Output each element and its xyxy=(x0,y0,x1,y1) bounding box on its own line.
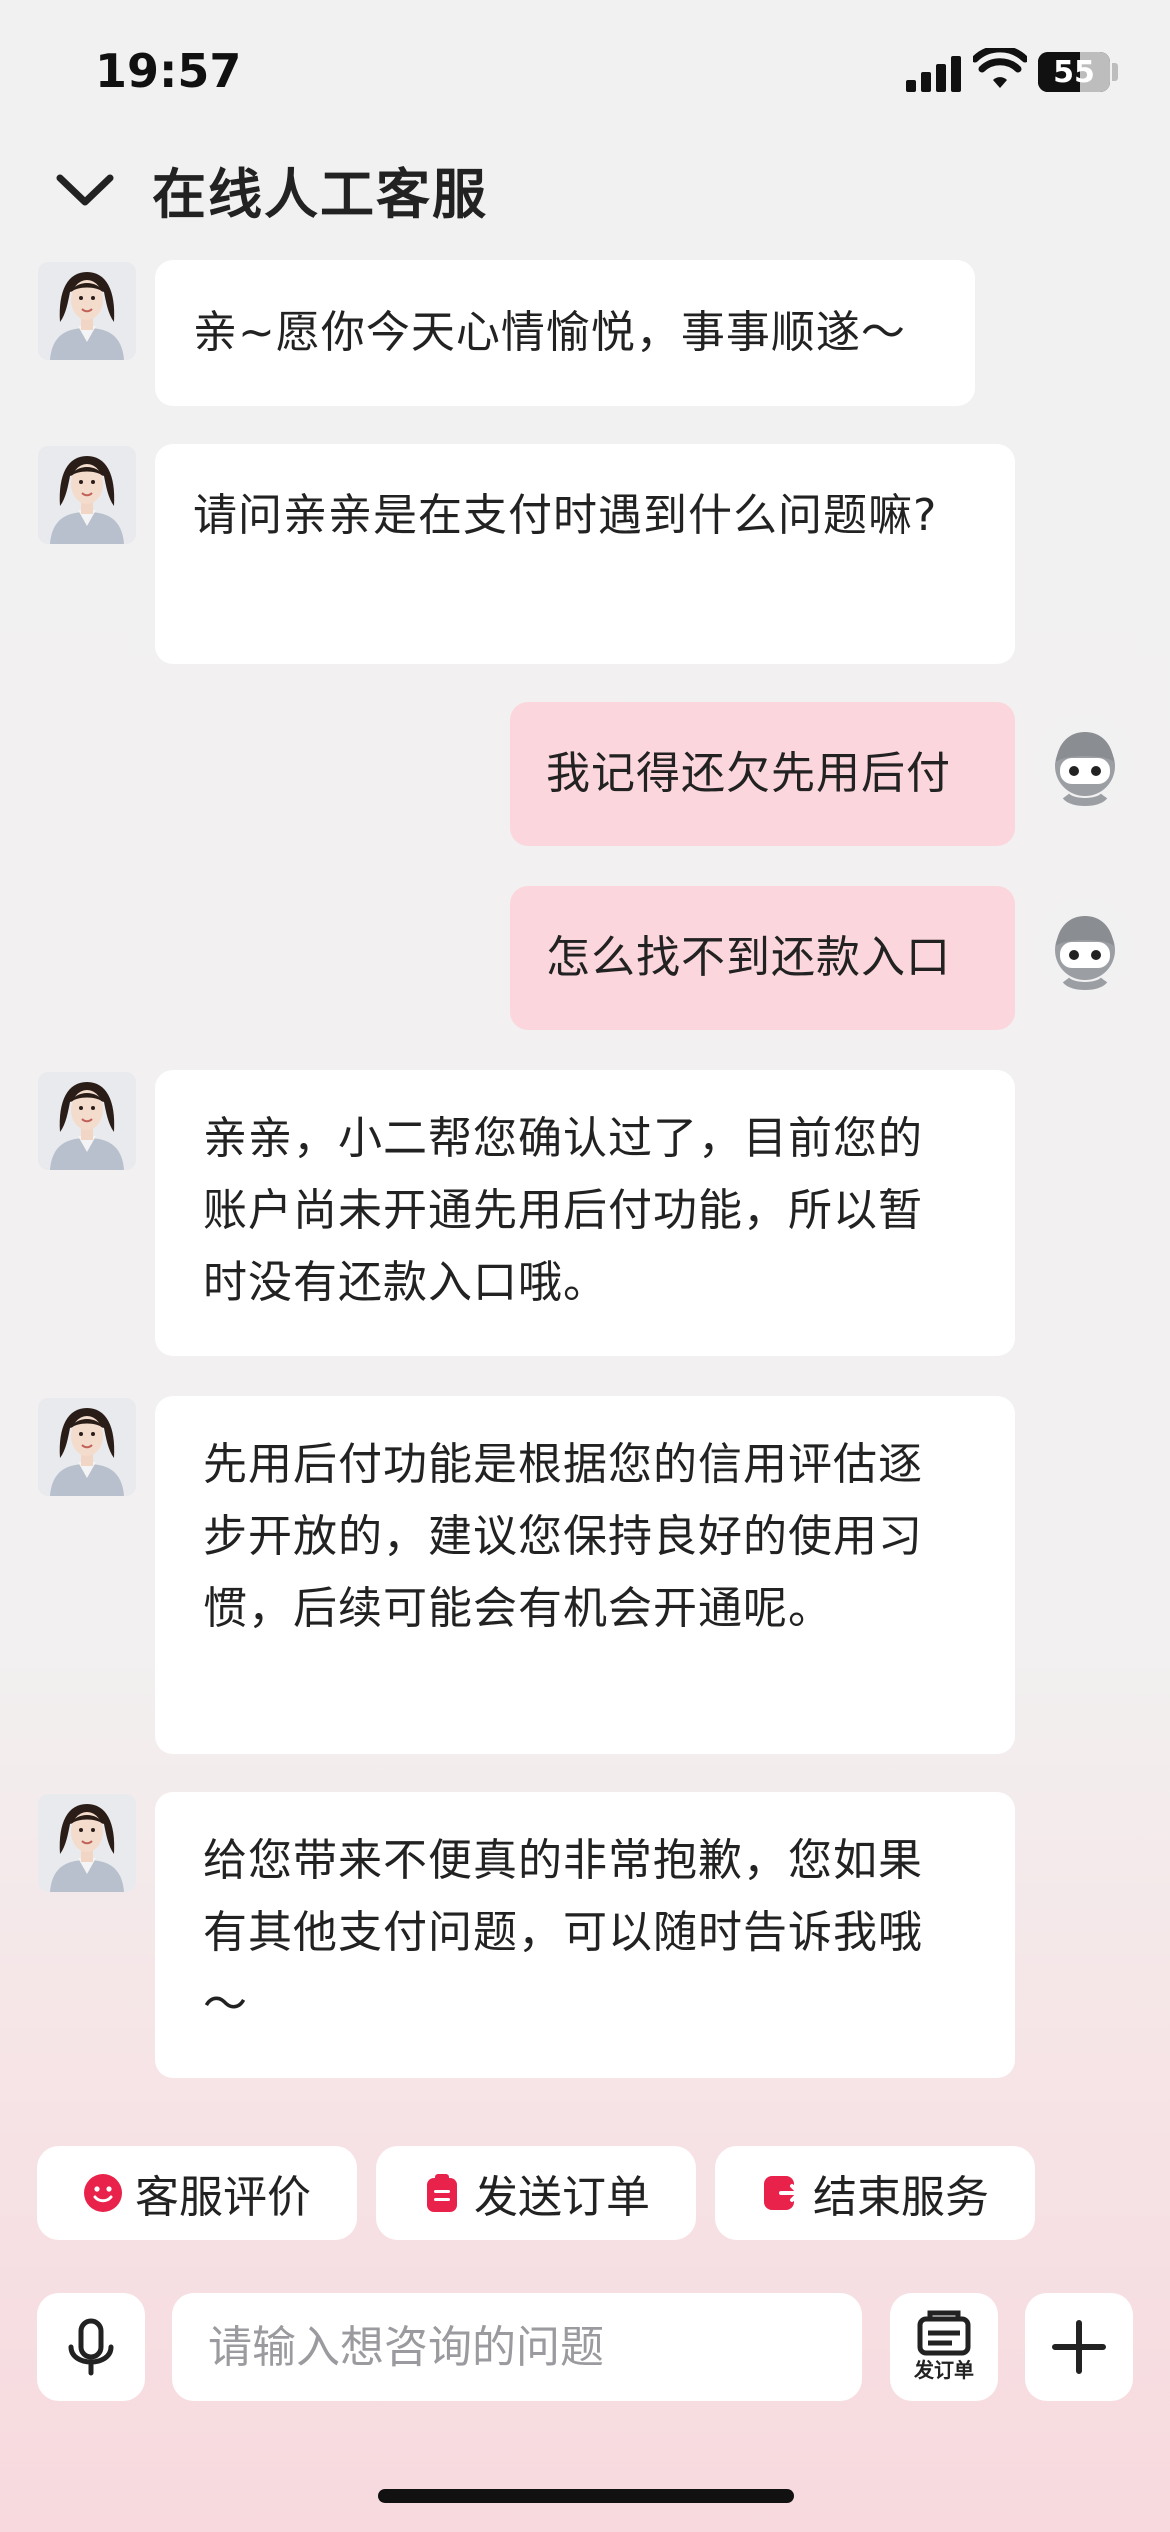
message-text: 亲亲，小二帮您确认过了，目前您的账户尚未开通先用后付功能，所以暂时没有还款入口哦… xyxy=(203,1113,923,1308)
agent-avatar[interactable] xyxy=(38,1072,136,1170)
agent-message: 给您带来不便真的非常抱歉，您如果有其他支付问题，可以随时告诉我哦～ xyxy=(155,1792,1015,2078)
quick-action-label: 发送订单 xyxy=(474,2172,650,2223)
agent-message: 请问亲亲是在支付时遇到什么问题嘛? xyxy=(155,444,1015,664)
message-text: 给您带来不便真的非常抱歉，您如果有其他支付问题，可以随时告诉我哦～ xyxy=(203,1835,923,2030)
message-input[interactable] xyxy=(172,2293,862,2401)
smile-face-icon xyxy=(84,2174,122,2212)
user-avatar[interactable] xyxy=(1036,898,1134,996)
agent-message: 先用后付功能是根据您的信用评估逐步开放的，建议您保持良好的使用习惯，后续可能会有… xyxy=(155,1396,1015,1754)
message-text: 怎么找不到还款入口 xyxy=(546,932,951,983)
clipboard-icon xyxy=(427,2174,457,2212)
chat-header: 在线人工客服 xyxy=(0,140,1170,240)
battery-tip xyxy=(1112,63,1118,81)
rate-service-button[interactable]: 客服评价 xyxy=(37,2146,357,2240)
exit-icon xyxy=(764,2176,801,2210)
agent-message: 亲亲，小二帮您确认过了，目前您的账户尚未开通先用后付功能，所以暂时没有还款入口哦… xyxy=(155,1070,1015,1356)
voice-button[interactable] xyxy=(37,2293,145,2401)
message-input-box[interactable] xyxy=(172,2293,862,2401)
message-text: 先用后付功能是根据您的信用评估逐步开放的，建议您保持良好的使用习惯，后续可能会有… xyxy=(203,1439,923,1634)
agent-message: 亲~愿你今天心情愉悦，事事顺遂～ xyxy=(155,260,975,406)
wifi-icon xyxy=(973,48,1027,88)
agent-avatar[interactable] xyxy=(38,1794,136,1892)
home-indicator[interactable] xyxy=(378,2489,794,2503)
chevron-down-icon[interactable] xyxy=(50,160,120,220)
message-text: 请问亲亲是在支付时遇到什么问题嘛? xyxy=(193,490,938,541)
user-message: 我记得还欠先用后付 xyxy=(510,702,1015,846)
plus-icon xyxy=(1052,2320,1106,2374)
order-button-label: 发订单 xyxy=(914,2358,974,2382)
user-message: 怎么找不到还款入口 xyxy=(510,886,1015,1030)
status-time: 19:57 xyxy=(95,44,242,98)
end-service-button[interactable]: 结束服务 xyxy=(715,2146,1035,2240)
more-button[interactable] xyxy=(1025,2293,1133,2401)
battery-icon: 55 xyxy=(1038,52,1110,92)
quick-action-label: 结束服务 xyxy=(813,2172,989,2223)
send-order-button[interactable]: 发送订单 xyxy=(376,2146,696,2240)
microphone-icon xyxy=(68,2318,114,2376)
battery-level: 55 xyxy=(1053,55,1095,90)
message-text: 我记得还欠先用后付 xyxy=(546,748,951,799)
user-avatar[interactable] xyxy=(1036,714,1134,812)
quick-action-label: 客服评价 xyxy=(135,2172,311,2223)
agent-avatar[interactable] xyxy=(38,262,136,360)
order-icon xyxy=(917,2310,971,2356)
page-title: 在线人工客服 xyxy=(152,163,488,226)
cellular-signal-icon xyxy=(906,54,962,92)
status-bar: 19:57 55 xyxy=(0,0,1170,140)
message-text: 亲~愿你今天心情愉悦，事事顺遂～ xyxy=(193,307,906,358)
agent-avatar[interactable] xyxy=(38,446,136,544)
agent-avatar[interactable] xyxy=(38,1398,136,1496)
send-order-shortcut-button[interactable]: 发订单 xyxy=(890,2293,998,2401)
